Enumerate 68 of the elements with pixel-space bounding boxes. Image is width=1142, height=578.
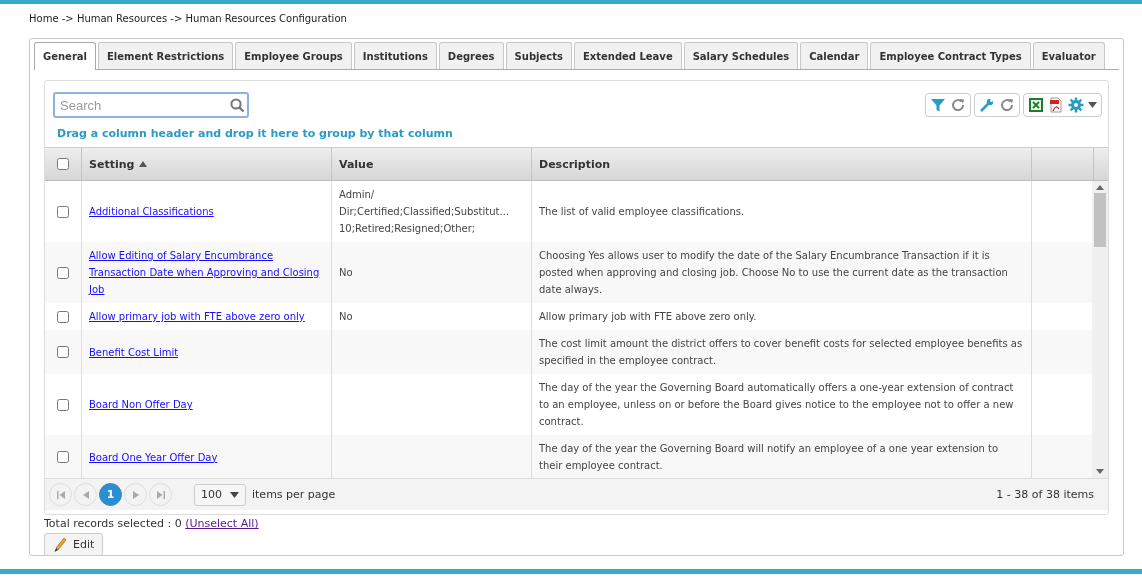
tab[interactable]: Subjects: [505, 42, 572, 69]
row-checkbox[interactable]: [57, 346, 69, 358]
scrollbar-thumb[interactable]: [1094, 193, 1106, 247]
wrench-icon[interactable]: [979, 97, 995, 113]
first-page-icon: [56, 490, 65, 499]
caret-icon: [230, 491, 239, 498]
row-checkbox[interactable]: [57, 451, 69, 463]
description-text: The day of the year the Governing Board will notify an employee of a one year extension to their employee contract.: [539, 442, 1000, 473]
tab[interactable]: Institutions: [353, 42, 437, 69]
description-text: Choosing Yes allows user to modify the date of the Salary Encumbrance Transaction if it is posted when approving and closing job. Choose No to use the current date as the transaction date always.: [539, 249, 1009, 297]
setting-link[interactable]: Board Non Offer Day: [89, 396, 193, 413]
page-size-label: items per page: [252, 488, 336, 501]
column-header-label: Description: [539, 157, 611, 171]
caret-icon[interactable]: [1088, 102, 1097, 108]
setting-link[interactable]: Allow primary job with FTE above zero only: [89, 308, 305, 325]
column-header[interactable]: Description: [532, 148, 1032, 180]
row-checkbox[interactable]: [57, 398, 69, 411]
pdf-document-icon[interactable]: [1048, 97, 1064, 113]
pencil-icon: [53, 536, 67, 553]
description-text: The list of valid employee classifications.: [539, 205, 745, 219]
setting-link[interactable]: Board One Year Offer Day: [89, 448, 218, 466]
description-text: The day of the year the Governing Board automatically offers a one-year extension of contract to an employee, unless on or before the Board gives notice to the employee not to offer a new contract.: [539, 381, 1015, 429]
column-header[interactable]: Value: [332, 148, 532, 180]
search-field[interactable]: Search: [53, 92, 249, 118]
column-header[interactable]: Setting: [82, 148, 332, 180]
tab[interactable]: Salary Schedules: [683, 42, 799, 69]
column-header-label: Setting: [89, 157, 135, 171]
unselect-all-link[interactable]: (Unselect All): [185, 517, 259, 530]
scroll-down-icon[interactable]: [1096, 469, 1104, 474]
breadcrumb: Home -> Human Resources -> Human Resources Configuration: [29, 12, 348, 26]
setting-link[interactable]: Benefit Cost Limit: [89, 343, 179, 361]
description-text: Allow primary job with FTE above zero only.: [539, 310, 757, 324]
row-checkbox[interactable]: [57, 266, 69, 279]
tab[interactable]: Element Restrictions: [98, 42, 234, 69]
scroll-up-icon[interactable]: [1096, 185, 1104, 190]
settings-icon[interactable]: [1068, 97, 1084, 113]
item-count: 1 - 38 of 38 items: [996, 488, 1095, 501]
tab[interactable]: Calendar: [800, 42, 869, 69]
refresh-icon[interactable]: [950, 97, 966, 113]
tab[interactable]: Employee Contract Types: [870, 42, 1031, 69]
row-checkbox[interactable]: [57, 310, 69, 323]
setting-link[interactable]: Allow Editing of Salary Encumbrance Transaction Date when Approving and Closing Job: [89, 247, 324, 298]
row-checkbox[interactable]: [57, 205, 69, 218]
value-text: No: [339, 266, 353, 280]
selection-count: Total records selected : 0: [44, 517, 182, 530]
value-text: No: [339, 310, 353, 324]
setting-link[interactable]: Additional Classifications: [89, 203, 214, 220]
page-size-dropdown[interactable]: 100: [194, 483, 246, 506]
group-hint: Drag a column header and drop it here to group by that column: [56, 126, 454, 142]
filter-icon[interactable]: [930, 97, 946, 113]
description-text: The cost limit amount the district offers to cover benefit costs for selected employee benefits as specified in the employee contract.: [539, 337, 1024, 368]
refresh-icon[interactable]: [999, 97, 1015, 113]
tab[interactable]: Extended Leave: [573, 42, 682, 69]
tab[interactable]: Employee Groups: [235, 42, 352, 69]
search-icon: [230, 98, 245, 113]
previous-page-icon: [82, 490, 89, 499]
column-header-label: Value: [339, 157, 374, 171]
page-button[interactable]: 1: [99, 483, 122, 506]
select-all-checkbox[interactable]: [57, 158, 69, 170]
next-page-icon: [132, 490, 139, 499]
scrollbar[interactable]: [1092, 181, 1108, 478]
spreadsheet-icon[interactable]: [1028, 97, 1044, 113]
value-text: Admin/ Dir;Certified;Classified;Substitut... 10;Retired;Resigned;Other;: [339, 188, 509, 236]
tab[interactable]: Degrees: [438, 42, 504, 69]
edit-button[interactable]: Edit: [44, 533, 104, 556]
tab[interactable]: Evaluator: [1032, 42, 1105, 69]
last-page-icon: [156, 490, 165, 499]
tab[interactable]: General: [34, 42, 96, 70]
